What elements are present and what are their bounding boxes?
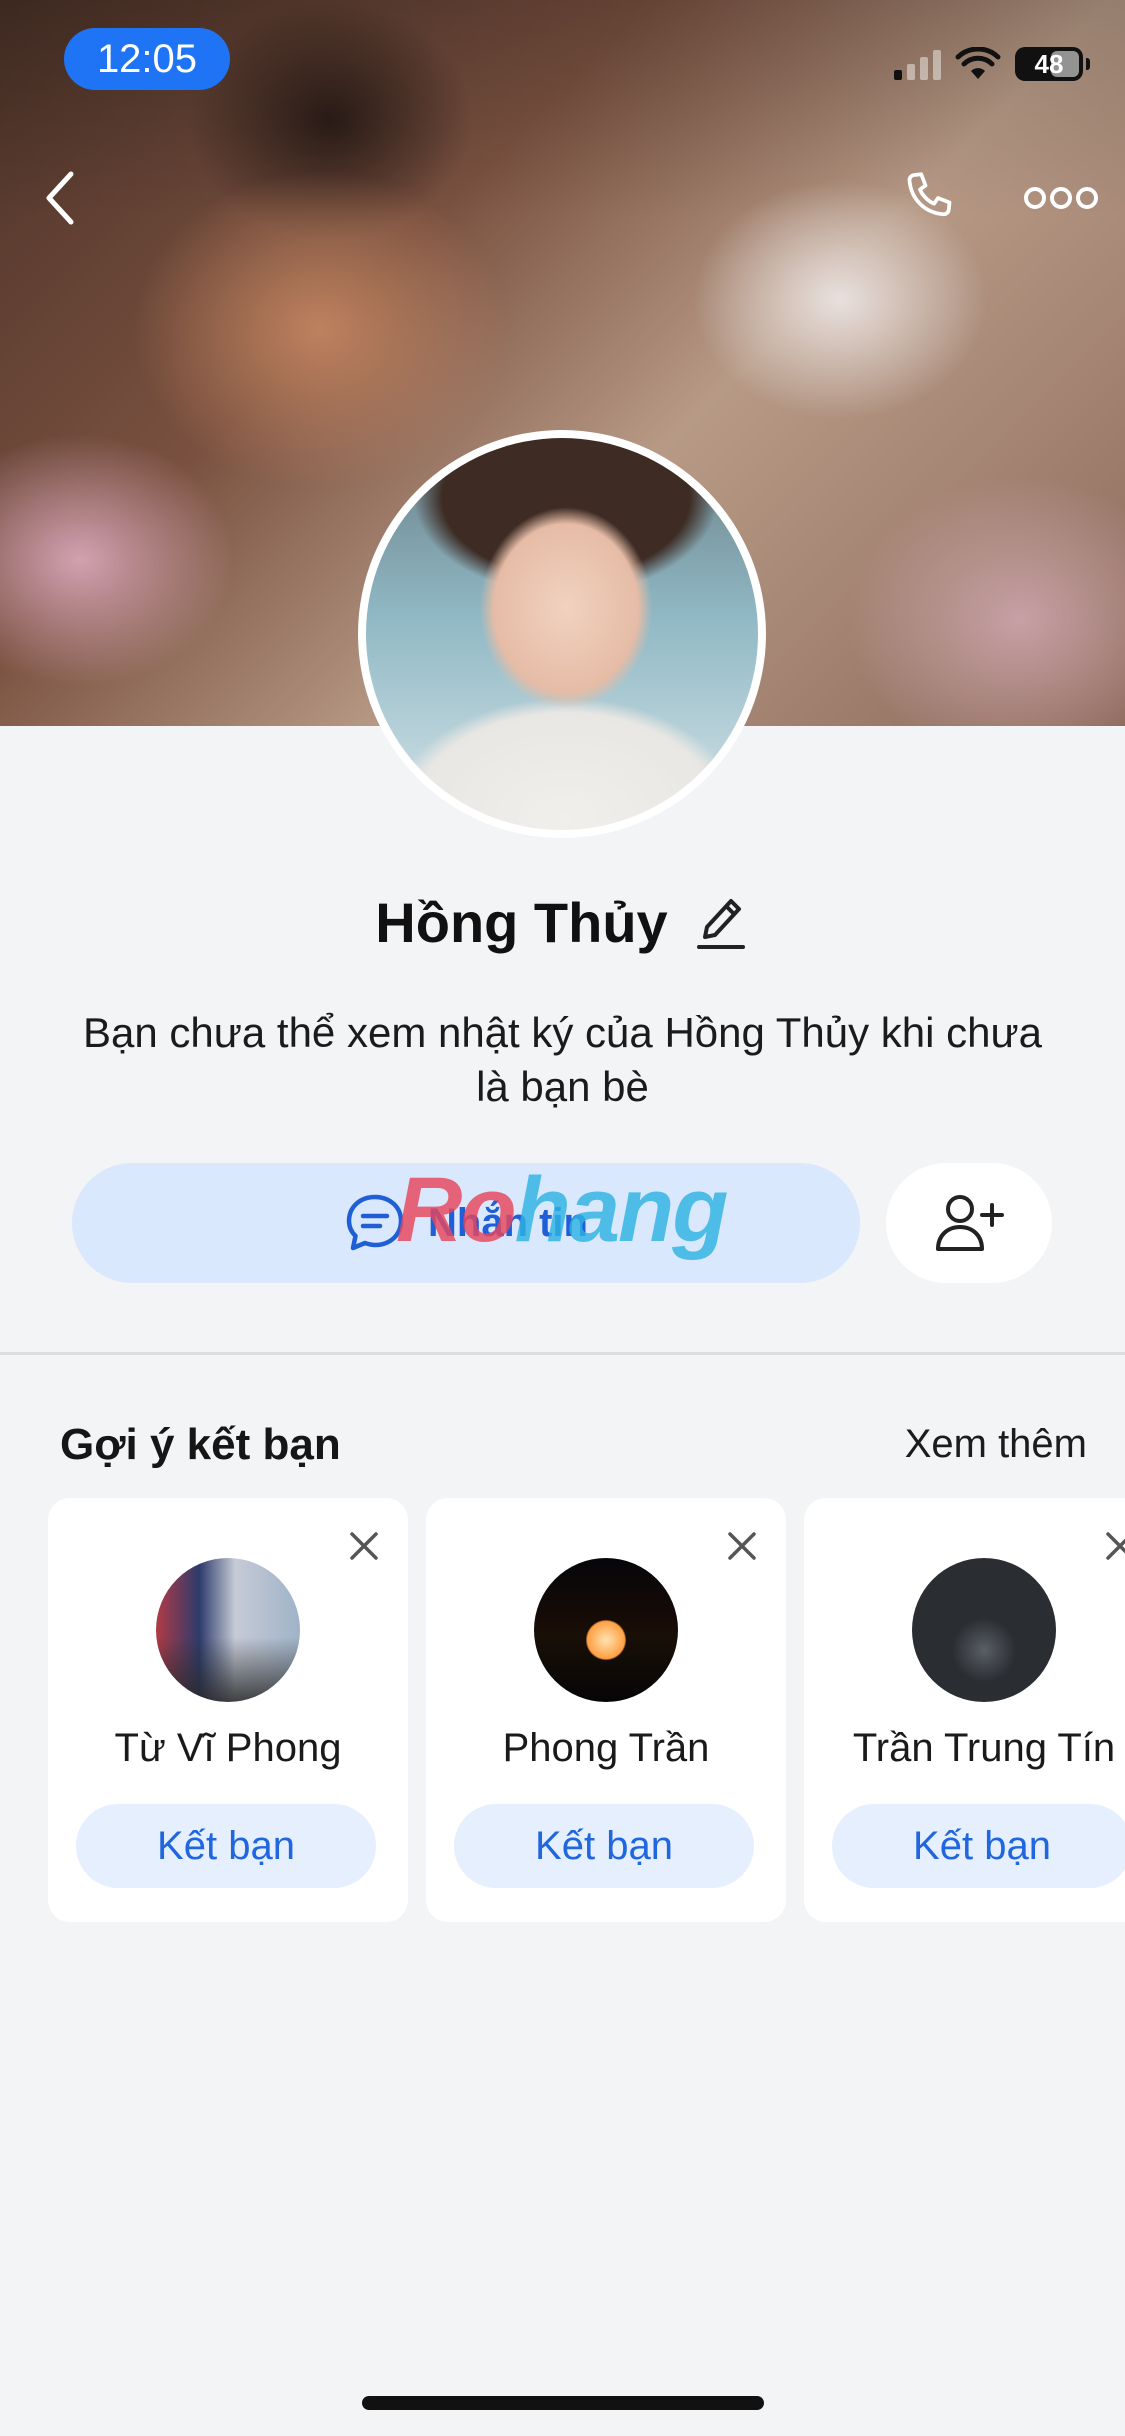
- dismiss-suggestion-button[interactable]: [720, 1524, 764, 1568]
- home-indicator[interactable]: [362, 2396, 764, 2410]
- add-friend-suggestion-button[interactable]: Kết bạn: [76, 1804, 376, 1888]
- dismiss-suggestion-button[interactable]: [342, 1524, 386, 1568]
- suggestion-name[interactable]: Trần Trung Tín: [804, 1726, 1125, 1771]
- see-more-link[interactable]: Xem thêm: [905, 1422, 1087, 1467]
- privacy-notice: Bạn chưa thể xem nhật ký của Hồng Thủy k…: [83, 1009, 1042, 1110]
- suggestions-title: Gợi ý kết bạn: [60, 1420, 341, 1469]
- call-button[interactable]: [890, 160, 966, 236]
- phone-icon: [907, 172, 952, 217]
- more-options-button[interactable]: [1016, 160, 1106, 236]
- battery-icon: 48: [1015, 47, 1090, 81]
- suggestion-avatar[interactable]: [534, 1558, 678, 1702]
- suggestion-card[interactable]: Từ Vĩ Phong Kết bạn: [48, 1498, 408, 1922]
- dismiss-suggestion-button[interactable]: [1098, 1524, 1125, 1568]
- section-divider: [0, 1352, 1125, 1355]
- profile-header: Hồng Thủy: [0, 890, 1125, 955]
- suggestion-avatar[interactable]: [156, 1558, 300, 1702]
- suggestion-card[interactable]: Phong Trần Kết bạn: [426, 1498, 786, 1922]
- message-label: Nhắn tin: [428, 1200, 588, 1245]
- back-button[interactable]: [30, 160, 90, 236]
- suggestion-carousel[interactable]: Từ Vĩ Phong Kết bạn Phong Trần Kết bạn T…: [0, 1498, 1125, 1924]
- close-icon: [1106, 1532, 1125, 1560]
- add-friend-button[interactable]: [886, 1163, 1052, 1283]
- suggestion-card[interactable]: Trần Trung Tín Kết bạn: [804, 1498, 1125, 1922]
- status-indicators: 48: [894, 44, 1090, 84]
- signal-icon: [894, 48, 941, 80]
- close-icon: [728, 1532, 756, 1560]
- chat-bubble-icon: [346, 1194, 404, 1251]
- close-icon: [350, 1532, 378, 1560]
- message-button[interactable]: Nhắn tin: [72, 1163, 860, 1283]
- wifi-icon: [955, 47, 1001, 79]
- pencil-icon: [696, 898, 745, 949]
- avatar-frame[interactable]: [358, 430, 766, 838]
- suggestion-name[interactable]: Từ Vĩ Phong: [48, 1726, 408, 1771]
- suggestion-name[interactable]: Phong Trần: [426, 1726, 786, 1771]
- add-friend-suggestion-button[interactable]: Kết bạn: [832, 1804, 1125, 1888]
- add-user-icon: [936, 1195, 1004, 1251]
- chevron-left-icon: [46, 171, 74, 225]
- battery-level: 48: [1034, 49, 1064, 79]
- suggestion-avatar[interactable]: [912, 1558, 1056, 1702]
- avatar: [366, 438, 758, 830]
- profile-name: Hồng Thủy: [375, 891, 668, 954]
- edit-name-button[interactable]: [690, 891, 750, 955]
- add-friend-suggestion-button[interactable]: Kết bạn: [454, 1804, 754, 1888]
- more-horizontal-icon: [1024, 187, 1098, 209]
- status-time: 12:05: [64, 28, 230, 90]
